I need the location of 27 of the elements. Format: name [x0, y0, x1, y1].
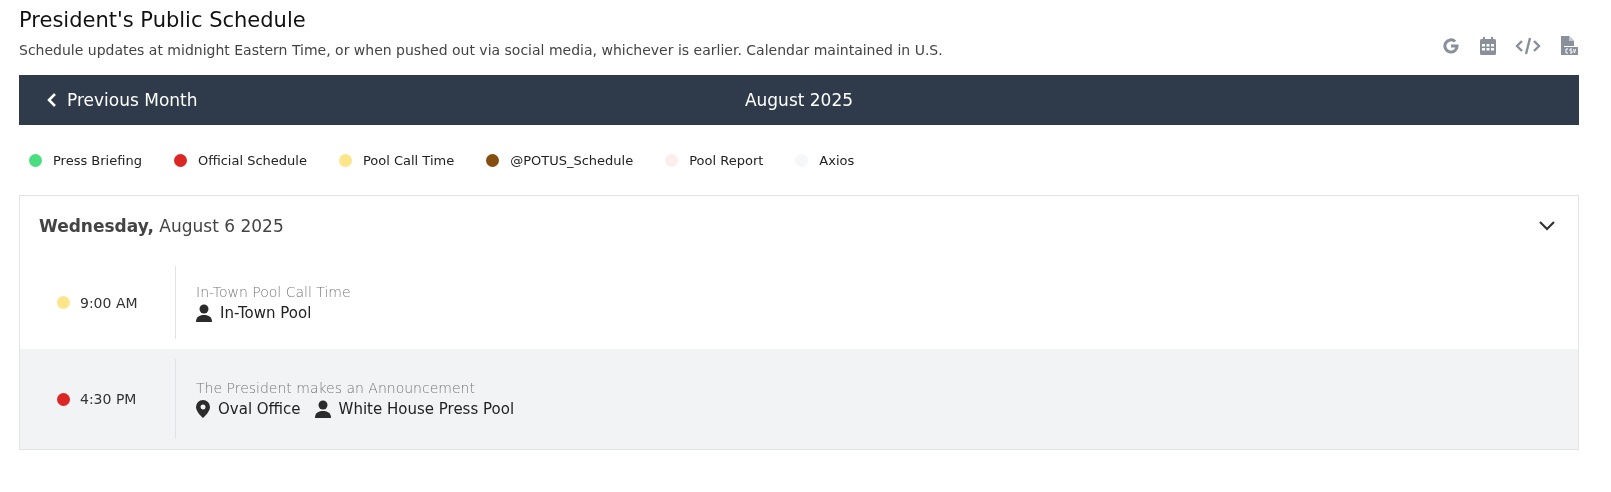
legend-label: Press Briefing — [53, 152, 142, 168]
code-icon[interactable] — [1515, 35, 1541, 56]
chevron-down-icon[interactable] — [1538, 220, 1556, 232]
person-icon — [196, 303, 212, 322]
event-time: 9:00 AM — [80, 294, 138, 311]
google-icon[interactable] — [1441, 35, 1461, 56]
legend-label: Pool Call Time — [362, 152, 455, 168]
calendar-icon[interactable] — [1479, 35, 1497, 56]
attendee-label: White House Press Pool — [338, 400, 515, 418]
legend-label: Official Schedule — [197, 152, 307, 168]
event-time: 4:30 PM — [80, 391, 137, 407]
page-subtitle: Schedule updates at midnight Eastern Time, or when pushed out via social media, whichever is earlier. Calendar maintained in U.S. — [19, 42, 943, 58]
page-title: President's Public Schedule — [19, 8, 307, 32]
day-heading: Wednesday, August 6 2025 — [39, 216, 284, 236]
event-title: In-Town Pool Call Time — [196, 283, 351, 300]
legend-label: Pool Report — [689, 152, 764, 168]
csv-file-icon[interactable] — [1559, 34, 1579, 57]
location-pin-icon — [196, 400, 210, 418]
event-title: The President makes an Announcement — [196, 380, 476, 396]
chevron-left-icon — [47, 92, 57, 108]
legend-label: @POTUS_Schedule — [510, 152, 634, 168]
current-month: August 2025 — [744, 90, 854, 110]
legend-label: Axios — [819, 152, 855, 168]
person-icon — [314, 400, 331, 418]
previous-month-link[interactable]: Previous Month — [19, 89, 204, 111]
location-label: Oval Office — [218, 400, 301, 418]
attendee-label: In-Town Pool — [220, 303, 312, 322]
